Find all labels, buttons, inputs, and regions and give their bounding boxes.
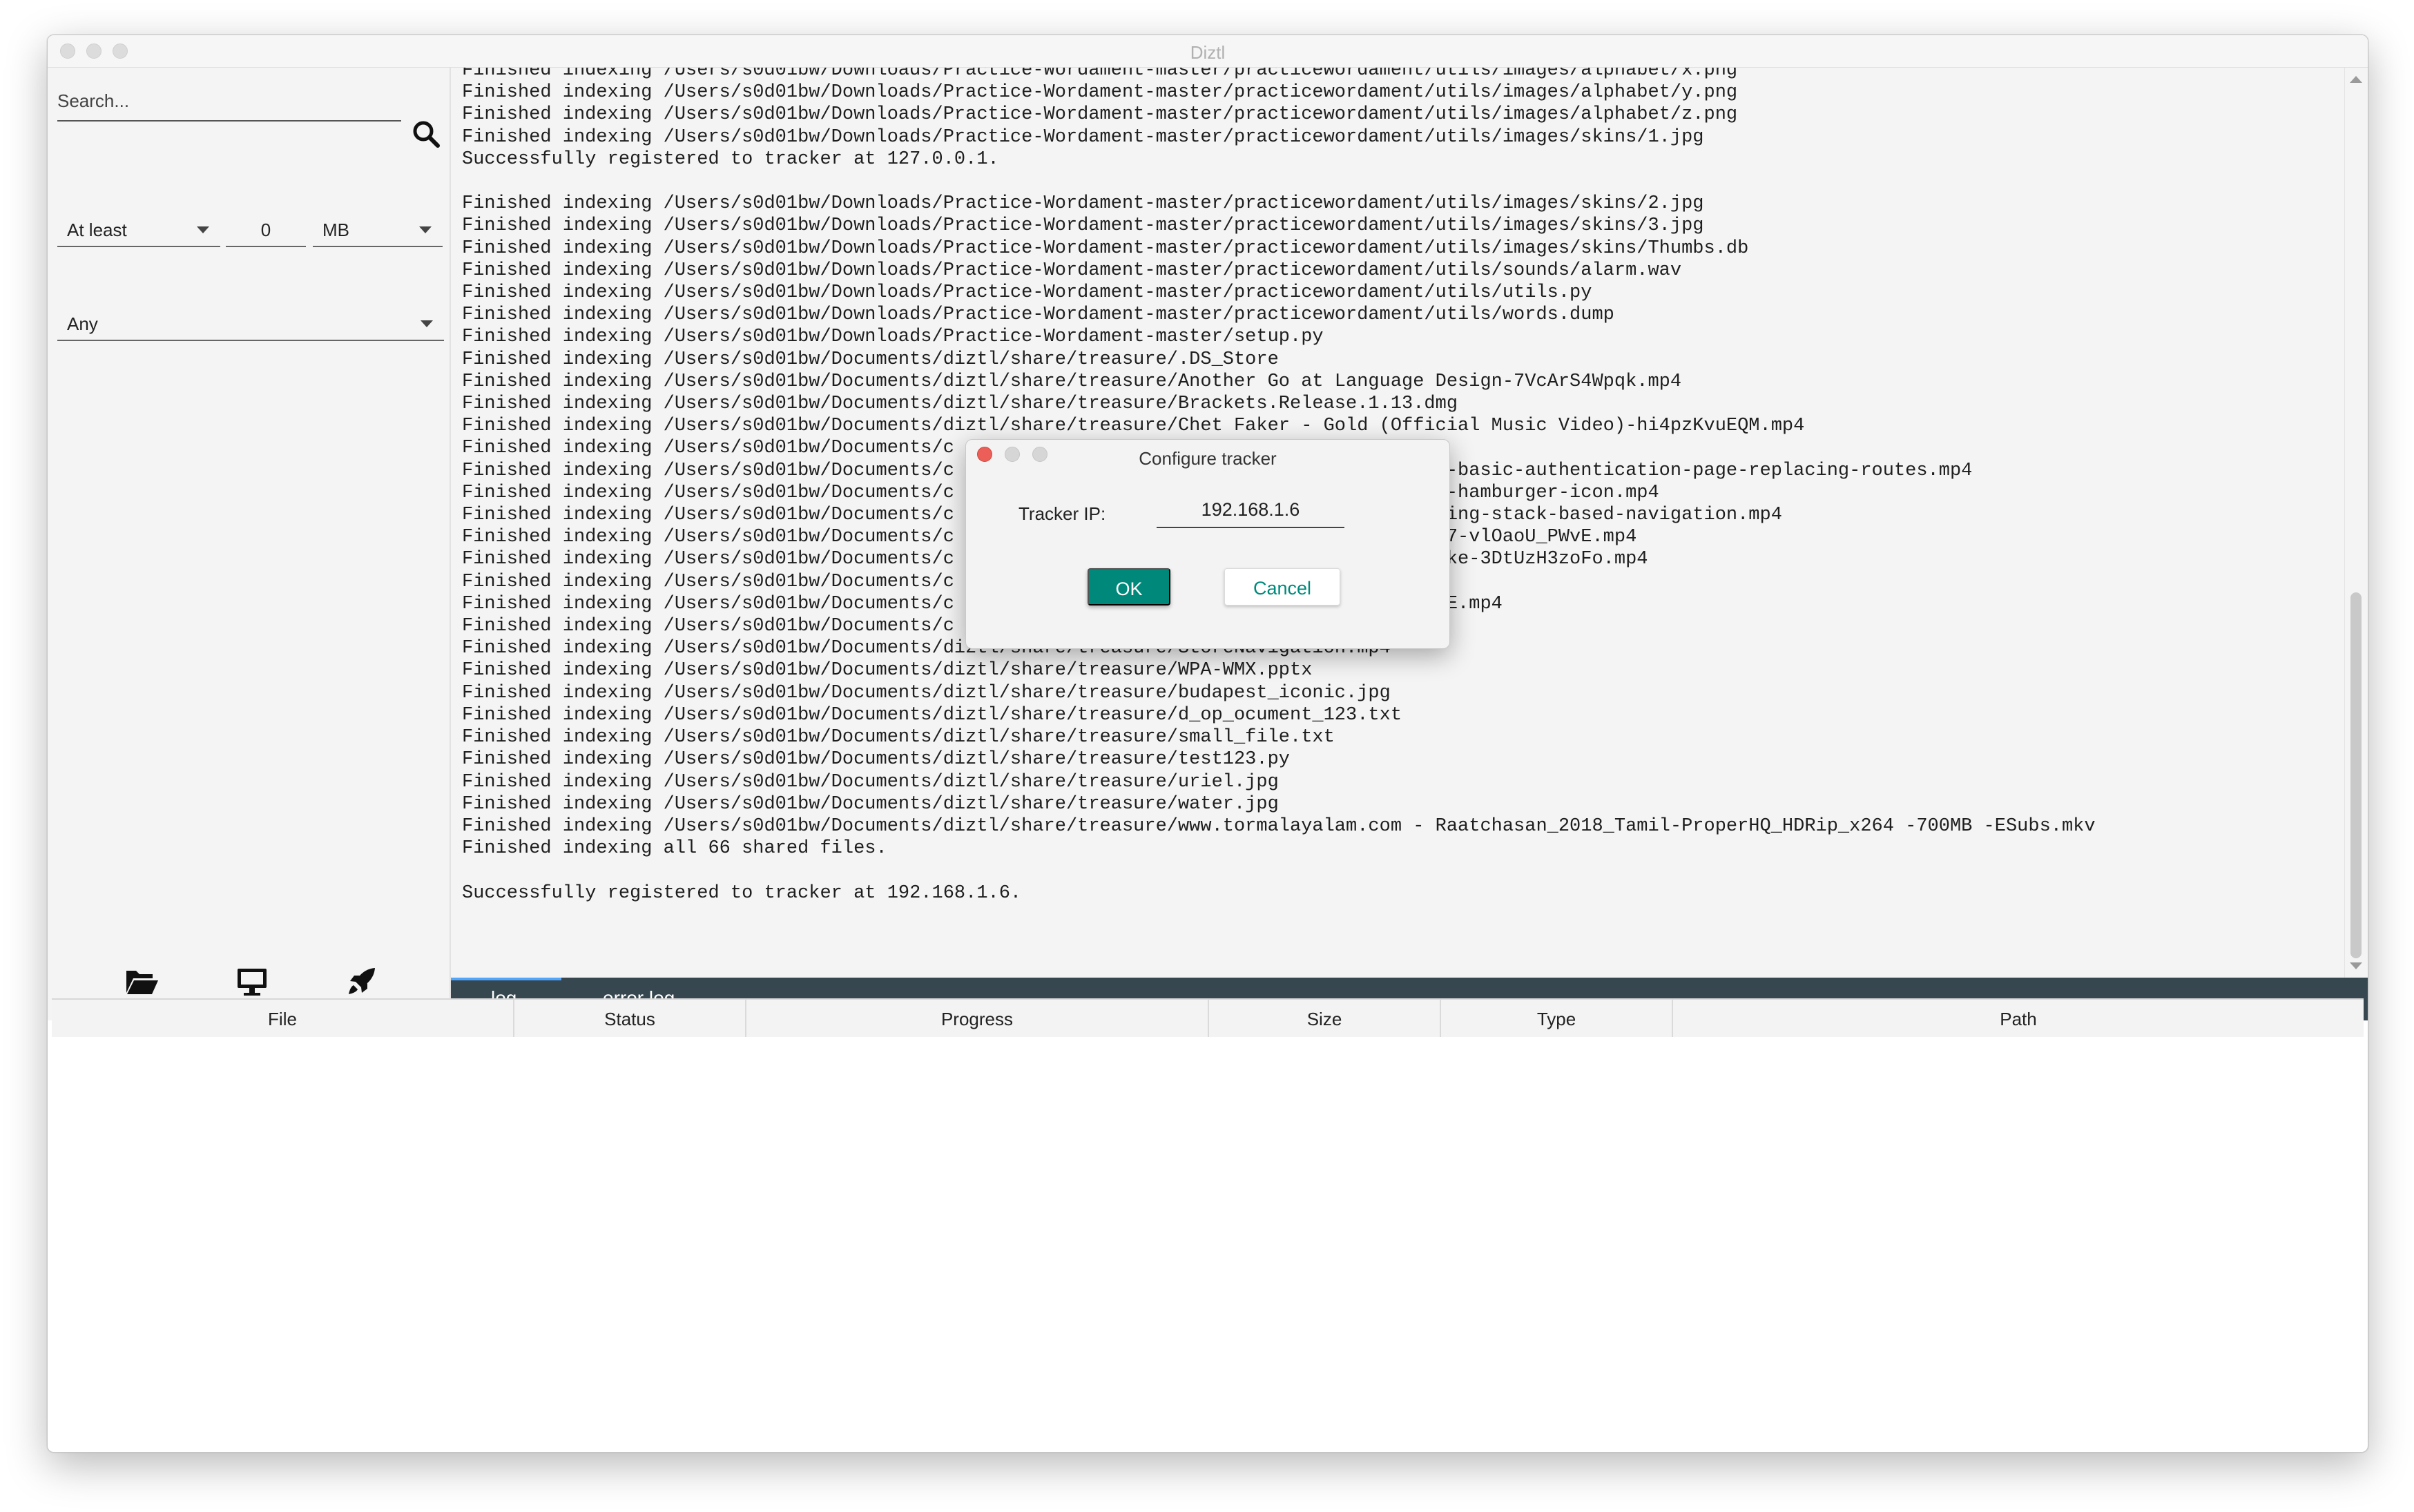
- log-line: Finished indexing /Users/s0d01bw/Documen…: [462, 749, 1290, 770]
- chevron-down-icon: [421, 320, 433, 327]
- search-input[interactable]: [57, 81, 401, 122]
- log-line: Finished indexing /Users/s0d01bw/Downloa…: [462, 68, 1738, 81]
- scroll-up-icon[interactable]: [2350, 76, 2362, 83]
- log-line: Finished indexing /Users/s0d01bw/Documen…: [462, 682, 1391, 704]
- log-line: Finished indexing /Users/s0d01bw/Downloa…: [462, 215, 1704, 237]
- log-line: Finished indexing /Users/s0d01bw/Documen…: [462, 394, 1458, 415]
- chevron-down-icon: [419, 226, 432, 233]
- tracker-ip-input[interactable]: [1157, 492, 1344, 528]
- window-title: Diztl: [1190, 42, 1226, 63]
- size-value: 0: [260, 220, 271, 240]
- column-header-type[interactable]: Type: [1441, 1000, 1673, 1038]
- log-line: Successfully registered to tracker at 12…: [462, 148, 999, 170]
- file-type-select[interactable]: Any: [57, 305, 444, 341]
- log-line: Finished indexing /Users/s0d01bw/Downloa…: [462, 327, 1324, 348]
- size-comparator-value: At least: [67, 220, 127, 240]
- log-line: Finished indexing /Users/s0d01bw/Documen…: [462, 704, 1402, 726]
- size-unit-select[interactable]: MB: [313, 211, 443, 247]
- log-line: Finished indexing /Users/s0d01bw/Downloa…: [462, 282, 1592, 304]
- log-line: Finished indexing /Users/s0d01bw/Documen…: [462, 727, 1335, 748]
- log-line: Finished indexing /Users/s0d01bw/Documen…: [462, 660, 1313, 681]
- log-scrollbar[interactable]: [2344, 68, 2368, 978]
- sidebar: At least 0 MB Any: [48, 68, 451, 1020]
- log-line: Finished indexing /Users/s0d01bw/Documen…: [462, 349, 1279, 370]
- folder-open-icon[interactable]: [124, 965, 160, 998]
- log-line: Finished indexing /Users/s0d01bw/Documen…: [462, 771, 1279, 793]
- log-line: Finished indexing /Users/s0d01bw/Documen…: [462, 815, 2096, 837]
- log-line: Finished indexing /Users/s0d01bw/Downloa…: [462, 238, 1749, 259]
- app-window: Diztl At least 0 MB Any: [47, 35, 2368, 1453]
- ok-button[interactable]: OK: [1088, 568, 1170, 605]
- rocket-icon[interactable]: [345, 965, 380, 998]
- log-line: Finished indexing /Users/s0d01bw/Downloa…: [462, 193, 1704, 215]
- tracker-ip-label: Tracker IP:: [1018, 503, 1106, 524]
- column-header-path[interactable]: Path: [1673, 1000, 2364, 1038]
- size-unit-value: MB: [322, 220, 349, 240]
- log-line: Finished indexing /Users/s0d01bw/Downloa…: [462, 304, 1614, 326]
- log-line: Finished indexing /Users/s0d01bw/Documen…: [462, 416, 1805, 437]
- column-header-file[interactable]: File: [52, 1000, 514, 1038]
- dialog-title: Configure tracker: [1139, 448, 1277, 469]
- scroll-down-icon[interactable]: [2350, 962, 2362, 969]
- column-header-size[interactable]: Size: [1209, 1000, 1441, 1038]
- configure-tracker-dialog: Configure tracker Tracker IP: OK Cancel: [965, 439, 1450, 649]
- downloads-table-header: File Status Progress Size Type Path: [52, 998, 2364, 1040]
- column-header-status[interactable]: Status: [514, 1000, 746, 1038]
- monitor-icon[interactable]: [234, 965, 270, 998]
- scrollbar-thumb[interactable]: [2350, 592, 2362, 958]
- log-line: Finished indexing /Users/s0d01bw/Downloa…: [462, 82, 1738, 104]
- log-line: Finished indexing /Users/s0d01bw/Downloa…: [462, 126, 1704, 148]
- file-type-value: Any: [67, 313, 98, 334]
- log-line: Finished indexing all 66 shared files.: [462, 838, 887, 860]
- search-icon[interactable]: [411, 119, 441, 149]
- log-line: Finished indexing /Users/s0d01bw/Documen…: [462, 371, 1682, 392]
- cancel-button[interactable]: Cancel: [1224, 568, 1340, 605]
- log-line: Successfully registered to tracker at 19…: [462, 882, 1022, 904]
- log-line: Finished indexing /Users/s0d01bw/Documen…: [462, 793, 1279, 815]
- chevron-down-icon: [197, 226, 209, 233]
- active-tab-indicator: [451, 978, 561, 980]
- downloads-table-body[interactable]: [52, 1037, 2364, 1448]
- title-bar[interactable]: Diztl: [48, 35, 2368, 68]
- column-header-progress[interactable]: Progress: [746, 1000, 1209, 1038]
- size-value-input[interactable]: 0: [226, 211, 306, 247]
- log-line: Finished indexing /Users/s0d01bw/Downloa…: [462, 260, 1682, 281]
- size-comparator-select[interactable]: At least: [57, 211, 220, 247]
- log-line: Finished indexing /Users/s0d01bw/Downloa…: [462, 104, 1738, 126]
